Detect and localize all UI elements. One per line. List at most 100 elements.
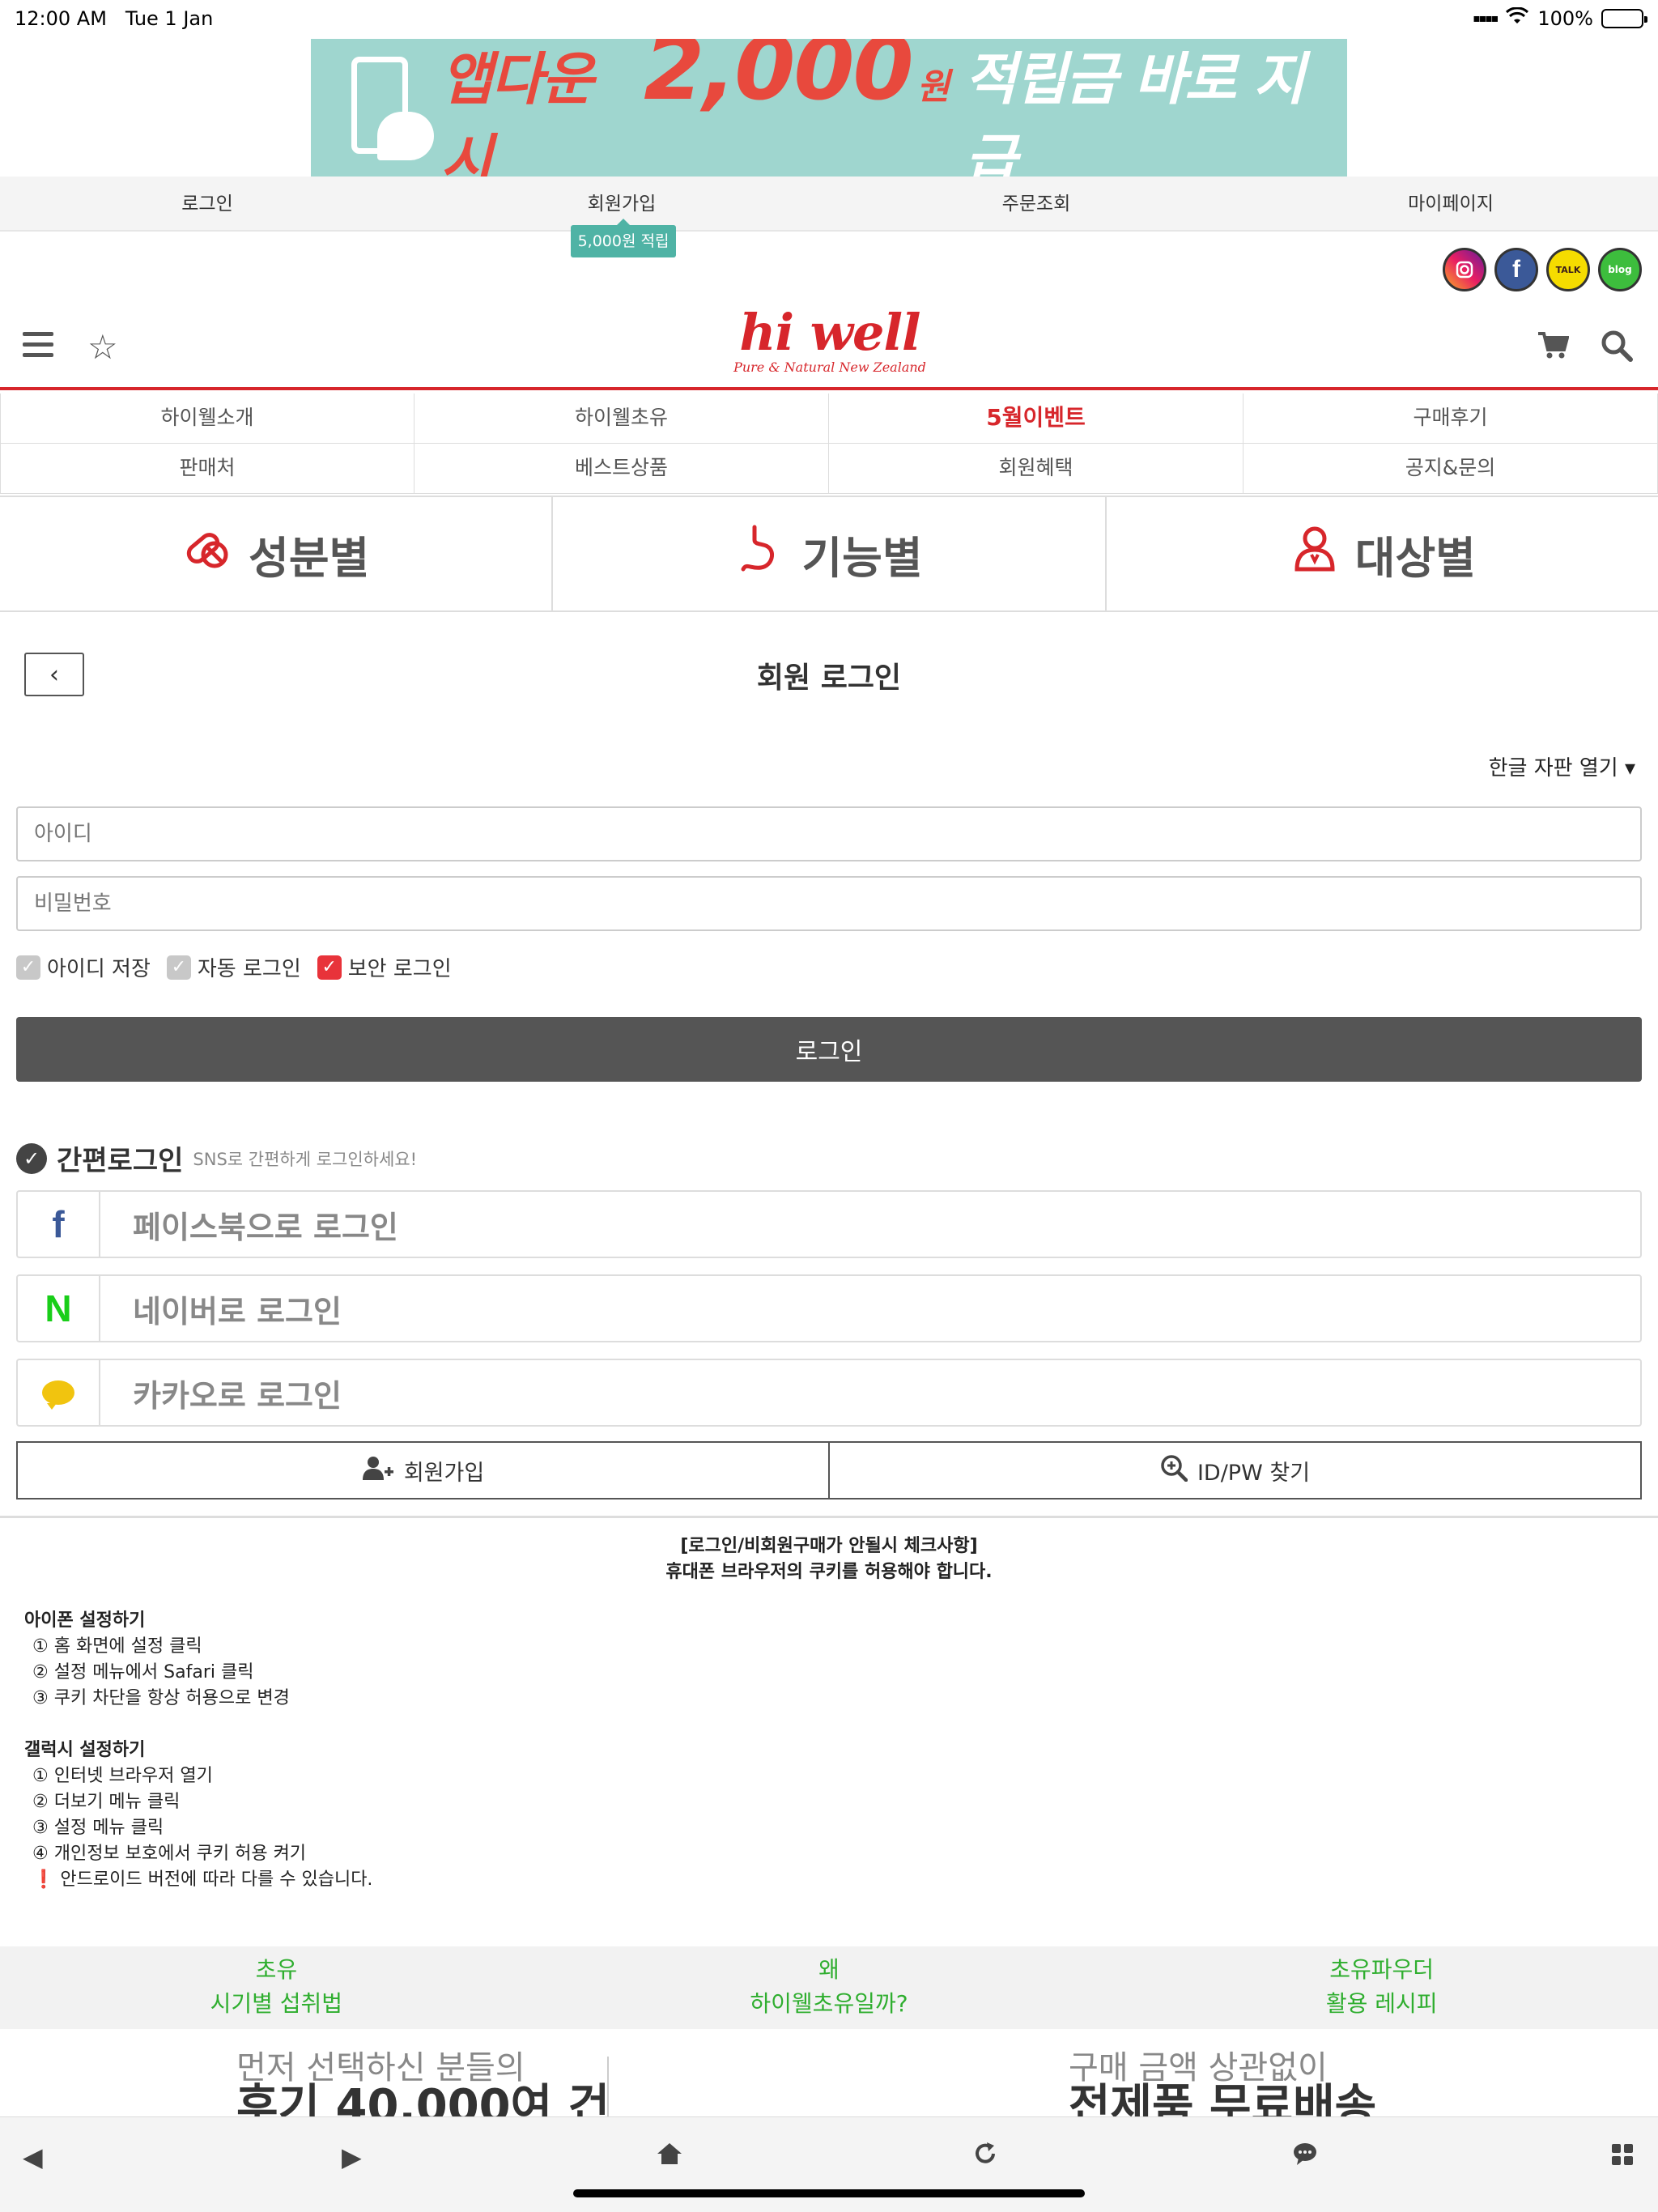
logo-name: hi well (739, 303, 920, 362)
save-id-checkbox[interactable]: ✓ 아이디 저장 (16, 952, 151, 982)
guide-step: ② 더보기 메뉴 클릭 (32, 1792, 181, 1812)
favorite-star-icon[interactable]: ☆ (87, 327, 118, 367)
footer-tab-line: 활용 레시피 (1325, 1990, 1438, 2017)
footer-tab-line: 하이웰초유일까? (750, 1990, 908, 2017)
check-circle-icon: ✓ (16, 1142, 47, 1174)
promo-reviews[interactable]: 먼저 선택하신 분들의 후기 40,000여 건 (236, 2048, 610, 2116)
facebook-icon[interactable]: f (1494, 248, 1538, 291)
id-input[interactable] (16, 806, 1642, 861)
home-indicator[interactable] (573, 2189, 1085, 2197)
banner-currency: 원 (916, 66, 950, 108)
category-target[interactable]: 대상별 (1107, 497, 1658, 610)
order-lookup-link[interactable]: 주문조회 (829, 177, 1244, 230)
divider (0, 1516, 1658, 1518)
easy-login-title: 간편로그인 (57, 1145, 184, 1177)
home-icon[interactable] (656, 2142, 683, 2172)
wifi-icon (1505, 6, 1529, 30)
app-download-banner[interactable]: 앱다운시 2,000 원 적립금 바로 지급 (311, 39, 1347, 177)
sns-links: f TALK blog (1443, 248, 1642, 291)
phone-touch-icon (311, 39, 440, 177)
footer-tab-intake[interactable]: 초유 시기별 섭취법 (0, 1946, 553, 2029)
category-label: 기능별 (801, 532, 923, 584)
kakaotalk-icon[interactable]: TALK (1546, 248, 1590, 291)
grid-icon[interactable] (1611, 2142, 1634, 2172)
notice-line: 휴대폰 브라우저의 쿠키를 허용해야 합니다. (665, 1562, 993, 1582)
iphone-guide: 아이폰 설정하기 ① 홈 화면에 설정 클릭 ② 설정 메뉴에서 Safari … (24, 1608, 290, 1712)
status-bar: 12:00 AM Tue 1 Jan ▪▪▪▪ 100% (0, 0, 1658, 39)
menu-item[interactable]: 판매처 (0, 444, 414, 494)
checkbox-label: 보안 로그인 (347, 957, 452, 981)
banner-text: 앱다운시 2,000 원 적립금 바로 지급 (440, 39, 1347, 177)
checkbox-label: 아이디 저장 (47, 957, 151, 981)
battery-icon (1601, 9, 1647, 28)
category-tabs: 성분별 기능별 대상별 (0, 496, 1658, 612)
guide-title: 갤럭시 설정하기 (24, 1740, 146, 1760)
kakao-icon (18, 1360, 100, 1425)
category-function[interactable]: 기능별 (553, 497, 1107, 610)
check-icon: ✓ (317, 955, 342, 980)
footer-tab-line: 초유파우더 (1329, 1956, 1435, 1983)
facebook-login-button[interactable]: f 페이스북으로 로그인 (16, 1190, 1642, 1258)
menu-item[interactable]: 공지&문의 (1244, 444, 1658, 494)
menu-icon[interactable] (23, 332, 53, 358)
secure-login-checkbox[interactable]: ✓ 보안 로그인 (317, 952, 452, 982)
menu-item[interactable]: 회원혜택 (829, 444, 1244, 494)
instagram-icon[interactable] (1443, 248, 1486, 291)
cart-icon[interactable] (1537, 330, 1570, 367)
facebook-icon: f (18, 1192, 100, 1257)
search-icon[interactable] (1600, 329, 1634, 371)
find-id-pw-label: ID/PW 찾기 (1197, 1460, 1311, 1486)
banner-text-2: 적립금 바로 지급 (964, 45, 1305, 177)
menu-item[interactable]: 하이웰초유 (414, 393, 829, 444)
browser-toolbar: ◀ ▶ (0, 2116, 1658, 2212)
guide-step: ① 인터넷 브라우저 열기 (32, 1766, 213, 1786)
category-ingredient[interactable]: 성분별 (0, 497, 554, 610)
join-button[interactable]: 회원가입 (18, 1443, 830, 1498)
pill-icon (182, 522, 234, 586)
login-link[interactable]: 로그인 (0, 177, 414, 230)
site-logo[interactable]: hi well Pure & Natural New Zealand (729, 303, 931, 376)
chat-icon[interactable] (1292, 2142, 1318, 2172)
promo-headline: 전제품 무료배송 (1069, 2080, 1377, 2117)
join-reward-badge: 5,000원 적립 (571, 219, 676, 257)
keyboard-toggle[interactable]: 한글 자판 열기 ▾ (1489, 751, 1635, 781)
forward-icon[interactable]: ▶ (342, 2142, 362, 2172)
kakao-login-label: 카카오로 로그인 (133, 1377, 342, 1414)
kakao-login-button[interactable]: 카카오로 로그인 (16, 1359, 1642, 1427)
menu-item[interactable]: 베스트상품 (414, 444, 829, 494)
menu-item[interactable]: 구매후기 (1244, 393, 1658, 444)
facebook-login-label: 페이스북으로 로그인 (133, 1209, 398, 1245)
mypage-link[interactable]: 마이페이지 (1244, 177, 1658, 230)
password-input[interactable] (16, 876, 1642, 931)
login-button[interactable]: 로그인 (16, 1017, 1642, 1082)
promo-shipping[interactable]: 구매 금액 상관없이 전제품 무료배송 (1069, 2048, 1376, 2116)
footer-tab-why[interactable]: 왜 하이웰초유일까? (553, 1946, 1106, 2029)
add-user-icon (362, 1455, 394, 1487)
back-icon[interactable]: ◀ (23, 2142, 43, 2172)
easy-login-subtitle: SNS로 간편하게 로그인하세요! (193, 1149, 418, 1169)
footer-tab-recipe[interactable]: 초유파우더활용 레시피 (1105, 1946, 1658, 2029)
notice-line: [로그인/비회원구매가 안될시 체크사항] (680, 1536, 978, 1556)
easy-login-heading: ✓ 간편로그인 SNS로 간편하게 로그인하세요! (16, 1138, 417, 1178)
menu-item[interactable]: 하이웰소개 (0, 393, 414, 444)
battery-percent: 100% (1537, 7, 1593, 30)
banner-text-1: 앱다운시 (440, 45, 593, 177)
menu-item-event[interactable]: 5월이벤트 (829, 393, 1244, 444)
category-label: 대상별 (1354, 532, 1476, 584)
main-menu: 하이웰소개 하이웰초유 5월이벤트 구매후기 판매처 베스트상품 회원혜택 공지… (0, 393, 1658, 494)
promo-divider (607, 2057, 609, 2116)
guide-step: ③ 쿠키 차단을 항상 허용으로 변경 (32, 1688, 290, 1708)
find-id-pw-button[interactable]: ID/PW 찾기 (830, 1443, 1640, 1498)
cookie-notice: [로그인/비회원구매가 안될시 체크사항] 휴대폰 브라우저의 쿠키를 허용해야… (0, 1534, 1658, 1585)
status-right: ▪▪▪▪ 100% (1473, 6, 1647, 30)
banner-amount: 2,000 (644, 39, 914, 120)
zoom-in-icon (1160, 1454, 1188, 1487)
reload-icon[interactable] (973, 2142, 997, 2172)
guide-warning: ❗ 안드로이드 버전에 따라 다를 수 있습니다. (32, 1870, 373, 1890)
page-title: 회원 로그인 (756, 661, 902, 695)
check-icon: ✓ (16, 955, 40, 980)
auto-login-checkbox[interactable]: ✓ 자동 로그인 (166, 952, 301, 982)
naver-login-button[interactable]: N 네이버로 로그인 (16, 1274, 1642, 1342)
blog-icon[interactable]: blog (1598, 248, 1642, 291)
cellular-icon: ▪▪▪▪ (1473, 12, 1499, 25)
